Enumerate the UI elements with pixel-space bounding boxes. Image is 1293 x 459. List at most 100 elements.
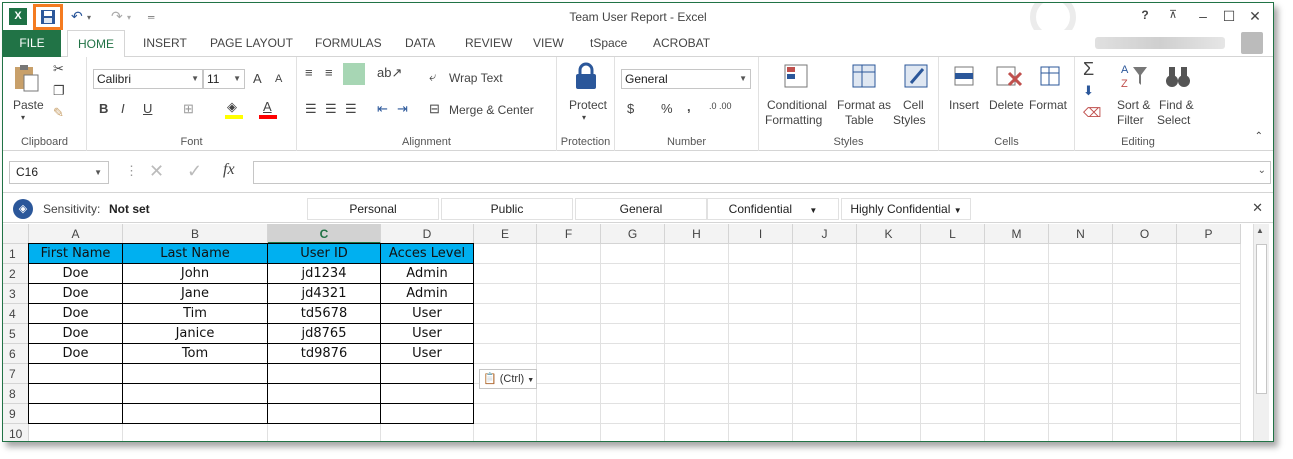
increase-indent-icon[interactable]: ⇥ — [397, 101, 408, 117]
maximize-icon[interactable]: ☐ — [1219, 8, 1239, 25]
cell-f1[interactable] — [537, 244, 601, 264]
cell-l4[interactable] — [921, 304, 985, 324]
cell-b4[interactable]: Tim — [123, 304, 268, 324]
cell-a3[interactable]: Doe — [29, 284, 123, 304]
cell-c10[interactable] — [268, 424, 381, 441]
cell-j5[interactable] — [793, 324, 857, 344]
row-header-5[interactable]: 5 — [3, 324, 29, 344]
table-header-cell[interactable]: Last Name — [123, 244, 268, 264]
cell-h9[interactable] — [665, 404, 729, 424]
cell-k4[interactable] — [857, 304, 921, 324]
cell-k1[interactable] — [857, 244, 921, 264]
cell-e1[interactable] — [474, 244, 537, 264]
cell-p4[interactable] — [1177, 304, 1241, 324]
column-header-d[interactable]: D — [381, 224, 474, 244]
sensitivity-confidential-button[interactable]: Confidential ▼ — [707, 198, 839, 220]
cell-f6[interactable] — [537, 344, 601, 364]
shrink-font-icon[interactable]: A — [275, 73, 282, 85]
format-button[interactable]: Format — [1029, 98, 1067, 112]
cell-o2[interactable] — [1113, 264, 1177, 284]
cell-b3[interactable]: Jane — [123, 284, 268, 304]
cell-p9[interactable] — [1177, 404, 1241, 424]
cell-e5[interactable] — [474, 324, 537, 344]
cell-a7[interactable] — [29, 364, 123, 384]
cell-i9[interactable] — [729, 404, 793, 424]
cell-i7[interactable] — [729, 364, 793, 384]
column-header-o[interactable]: O — [1113, 224, 1177, 244]
row-header-6[interactable]: 6 — [3, 344, 29, 364]
cell-h10[interactable] — [665, 424, 729, 441]
cell-l1[interactable] — [921, 244, 985, 264]
currency-button[interactable]: $ — [627, 101, 634, 116]
cell-h1[interactable] — [665, 244, 729, 264]
align-bottom-button[interactable] — [343, 63, 365, 85]
cell-e4[interactable] — [474, 304, 537, 324]
cell-a9[interactable] — [29, 404, 123, 424]
insert-button[interactable]: Insert — [949, 98, 979, 112]
cell-l9[interactable] — [921, 404, 985, 424]
cell-d3[interactable]: Admin — [381, 284, 474, 304]
protect-dropdown-icon[interactable]: ▾ — [582, 113, 586, 122]
merge-center-button[interactable]: Merge & Center — [449, 103, 534, 117]
cell-c4[interactable]: td5678 — [268, 304, 381, 324]
cell-b6[interactable]: Tom — [123, 344, 268, 364]
column-header-n[interactable]: N — [1049, 224, 1113, 244]
cell-p10[interactable] — [1177, 424, 1241, 441]
cell-h6[interactable] — [665, 344, 729, 364]
cell-j7[interactable] — [793, 364, 857, 384]
cell-c9[interactable] — [268, 404, 381, 424]
cell-b9[interactable] — [123, 404, 268, 424]
tab-view[interactable]: VIEW — [533, 30, 564, 57]
cell-n9[interactable] — [1049, 404, 1113, 424]
cell-j8[interactable] — [793, 384, 857, 404]
cell-o6[interactable] — [1113, 344, 1177, 364]
cell-i6[interactable] — [729, 344, 793, 364]
cell-p3[interactable] — [1177, 284, 1241, 304]
cell-o10[interactable] — [1113, 424, 1177, 441]
cell-j2[interactable] — [793, 264, 857, 284]
cell-c3[interactable]: jd4321 — [268, 284, 381, 304]
sensitivity-public-button[interactable]: Public — [441, 198, 573, 220]
vertical-scrollbar[interactable]: ▲ — [1253, 224, 1269, 441]
cell-c5[interactable]: jd8765 — [268, 324, 381, 344]
borders-icon[interactable]: ⊞ — [183, 101, 194, 117]
tab-review[interactable]: REVIEW — [465, 30, 512, 57]
cell-d2[interactable]: Admin — [381, 264, 474, 284]
cell-f8[interactable] — [537, 384, 601, 404]
cell-g9[interactable] — [601, 404, 665, 424]
font-size-select[interactable]: 11 ▼ — [203, 69, 245, 89]
tab-insert[interactable]: INSERT — [143, 30, 187, 57]
cell-n7[interactable] — [1049, 364, 1113, 384]
fill-icon[interactable]: ⬇ — [1083, 83, 1094, 99]
cell-k10[interactable] — [857, 424, 921, 441]
cell-k5[interactable] — [857, 324, 921, 344]
enter-icon[interactable]: ✓ — [187, 161, 202, 182]
cell-o5[interactable] — [1113, 324, 1177, 344]
cell-i8[interactable] — [729, 384, 793, 404]
cell-a10[interactable] — [29, 424, 123, 441]
format-as-table-button[interactable]: Format as — [837, 98, 891, 112]
paste-button[interactable]: Paste — [13, 98, 44, 112]
font-color-icon[interactable]: A — [263, 99, 272, 114]
cell-j1[interactable] — [793, 244, 857, 264]
cell-i4[interactable] — [729, 304, 793, 324]
scroll-up-icon[interactable]: ▲ — [1256, 226, 1264, 235]
select-all-corner[interactable] — [3, 224, 29, 244]
cell-j6[interactable] — [793, 344, 857, 364]
align-left-icon[interactable]: ☰ — [305, 101, 317, 117]
cell-n1[interactable] — [1049, 244, 1113, 264]
cell-g10[interactable] — [601, 424, 665, 441]
cell-f7[interactable] — [537, 364, 601, 384]
expand-formula-bar-icon[interactable]: ⌄ — [1258, 165, 1266, 176]
tab-page-layout[interactable]: PAGE LAYOUT — [210, 30, 293, 57]
row-header-3[interactable]: 3 — [3, 284, 29, 304]
row-header-9[interactable]: 9 — [3, 404, 29, 424]
cell-i5[interactable] — [729, 324, 793, 344]
cell-m6[interactable] — [985, 344, 1049, 364]
align-top-icon[interactable]: ≡ — [305, 65, 313, 80]
column-header-i[interactable]: I — [729, 224, 793, 244]
cell-n2[interactable] — [1049, 264, 1113, 284]
cell-p7[interactable] — [1177, 364, 1241, 384]
find-select-button[interactable]: Find & — [1159, 98, 1194, 112]
cancel-icon[interactable]: ✕ — [149, 161, 164, 182]
